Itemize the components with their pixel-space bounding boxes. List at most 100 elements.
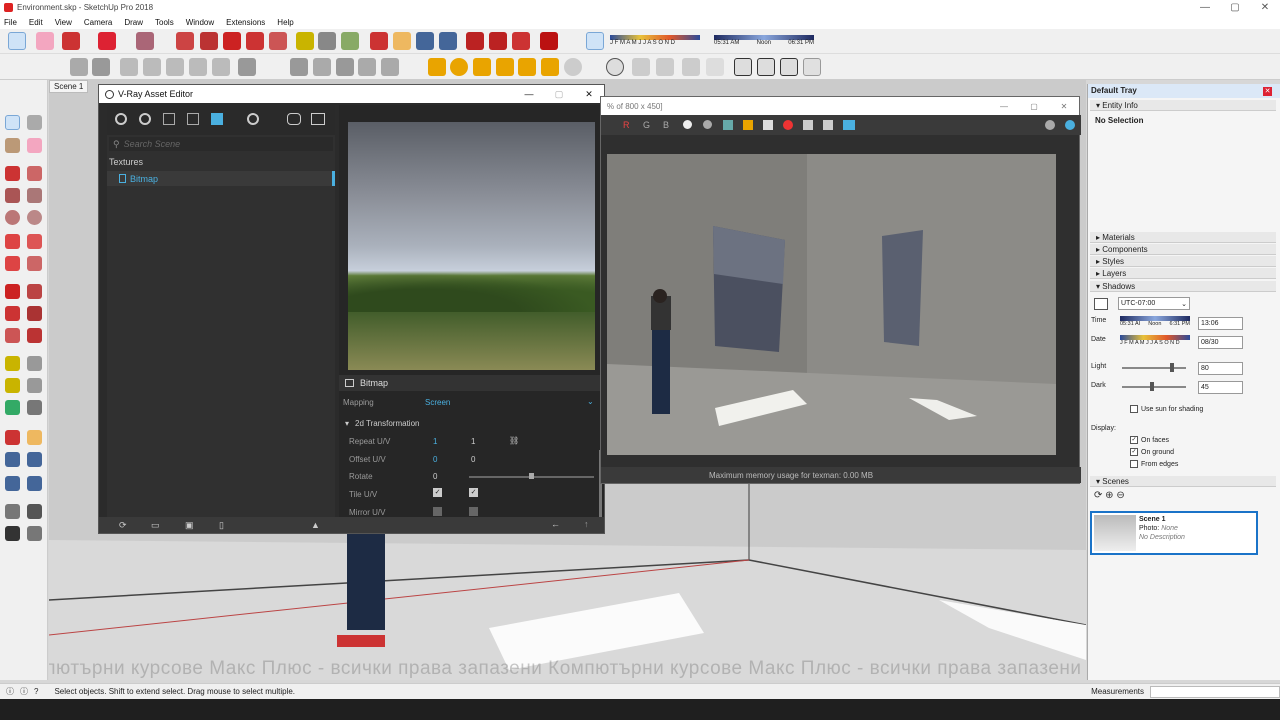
save-image-icon[interactable] [723,120,733,130]
remove-scene-icon[interactable]: ⊖ [1116,490,1124,501]
text-icon[interactable] [318,32,336,50]
light-slider[interactable] [1122,367,1186,369]
vray-maximize-button[interactable]: ▢ [544,89,574,100]
shadow-months-slider[interactable]: J F M A M J J A S O N D [610,35,700,49]
use-sun-checkbox[interactable] [1130,405,1138,413]
zoom-extents-icon[interactable] [439,32,457,50]
dome-light-icon[interactable] [541,58,559,76]
hidden-line-icon[interactable] [143,58,161,76]
section-plane-icon[interactable] [238,58,256,76]
panel-shadows[interactable]: ▾ Shadows [1090,281,1276,292]
channel-g[interactable]: G [643,120,650,130]
freehand-icon[interactable] [27,166,42,181]
menu-help[interactable]: Help [277,18,293,27]
textures-category[interactable]: Textures [107,153,335,169]
3d-text-icon[interactable] [27,400,42,415]
move-tool-icon[interactable] [5,284,20,299]
panel-scenes[interactable]: ▾ Scenes [1090,476,1276,487]
mesh-light-icon[interactable] [564,58,582,76]
light-icon[interactable] [428,58,446,76]
search-field[interactable]: ⚲ Search Scene [109,137,333,151]
clear-icon[interactable] [763,120,773,130]
close-button[interactable]: ✕ [1250,2,1280,13]
dimension-icon[interactable] [27,356,42,371]
chevron-down-icon[interactable]: ⌄ [587,397,594,406]
asset-item-bitmap[interactable]: Bitmap [107,171,335,186]
panel-styles[interactable]: ▸ Styles [1090,256,1276,267]
geometry-icon[interactable] [163,113,175,125]
eraser-tool-icon[interactable] [36,32,54,50]
mirror-u-checkbox[interactable] [433,507,442,516]
light-slider-handle[interactable] [1170,363,1174,372]
date-slider[interactable]: J F M A M J J A S O N D [1120,335,1190,351]
rotate-slider-handle[interactable] [529,473,534,479]
move-icon[interactable] [223,32,241,50]
tile-v-checkbox[interactable]: ✓ [469,488,478,497]
up-arrow-icon[interactable]: ↑ [584,519,589,529]
menu-extensions[interactable]: Extensions [226,18,265,27]
menu-window[interactable]: Window [186,18,214,27]
make-component-icon[interactable] [27,115,42,130]
panel-materials[interactable]: ▸ Materials [1090,232,1276,243]
paint-icon[interactable] [5,138,20,153]
orbit-icon[interactable] [370,32,388,50]
shadow-time-slider[interactable]: 05:31 AM Noon 06:31 PM [714,35,814,49]
measurements-input[interactable] [1150,685,1280,698]
arc3-icon[interactable] [5,256,20,271]
polygon-icon[interactable] [27,210,42,225]
axes-icon[interactable] [5,400,20,415]
menu-edit[interactable]: Edit [29,18,43,27]
light-input[interactable]: 80 [1198,362,1243,375]
spot-light-icon[interactable] [473,58,491,76]
sandbox-icon[interactable] [358,58,376,76]
menu-camera[interactable]: Camera [84,18,112,27]
menu-file[interactable]: File [4,18,17,27]
orbit-tool-icon[interactable] [5,430,20,445]
maximize-button[interactable]: ▢ [1220,2,1250,13]
look-around-icon[interactable] [27,504,42,519]
zoom-tool-icon[interactable] [5,452,20,467]
offset-v-field[interactable]: 0 [471,455,475,464]
arc-tool-icon[interactable] [98,32,116,50]
time-input[interactable]: 13:06 [1198,317,1243,330]
timezone-dropdown[interactable]: UTC-07:00 ⌄ [1118,297,1190,310]
clean-up-icon[interactable]: ▲ [311,520,320,530]
dark-slider[interactable] [1122,386,1186,388]
omni-light-icon[interactable] [518,58,536,76]
lens-effects-icon[interactable] [1045,120,1055,130]
front-view-icon[interactable] [336,58,354,76]
mirror-v-checkbox[interactable] [469,507,478,516]
panel-components[interactable]: ▸ Components [1090,244,1276,255]
back-edges-icon[interactable] [92,58,110,76]
wireframe-icon[interactable] [120,58,138,76]
repeat-u-field[interactable]: 1 [433,437,437,446]
protractor-icon[interactable] [5,378,20,393]
open-file-icon[interactable]: ▭ [151,520,160,531]
credits-icon[interactable]: ⓘ [20,686,28,697]
offset-icon[interactable] [200,32,218,50]
on-faces-checkbox[interactable]: ✓ [1130,436,1138,444]
zoom-extents-tool-icon[interactable] [5,476,20,491]
monochrome-icon[interactable] [212,58,230,76]
from-edges-checkbox[interactable] [1130,460,1138,468]
section-tool-icon[interactable] [27,526,42,541]
interactive-render-icon[interactable] [656,58,674,76]
render-start-icon[interactable] [1065,120,1075,130]
vray-render-icon[interactable] [606,58,624,76]
warehouse-icon[interactable] [466,32,484,50]
select-tool-icon[interactable] [8,32,26,50]
add-scene-icon[interactable]: ⊕ [1105,490,1113,501]
pan-tool-icon[interactable] [27,430,42,445]
time-slider[interactable]: 05:31 AI Noon 6:31 PM [1120,316,1190,332]
geo-location-icon[interactable]: ⓘ [6,686,14,697]
back-arrow-icon[interactable]: ← [551,519,560,529]
extension-warehouse-icon[interactable] [489,32,507,50]
arc-icon[interactable] [5,234,20,249]
plane-icon[interactable] [780,58,798,76]
rotate-tool-icon[interactable] [5,306,20,321]
add-asset-icon[interactable]: ⟳ [119,520,127,531]
scale-tool-icon[interactable] [5,328,20,343]
frame-buffer-icon[interactable] [706,58,724,76]
eraser-icon[interactable] [27,138,42,153]
tape-icon[interactable] [5,356,20,371]
